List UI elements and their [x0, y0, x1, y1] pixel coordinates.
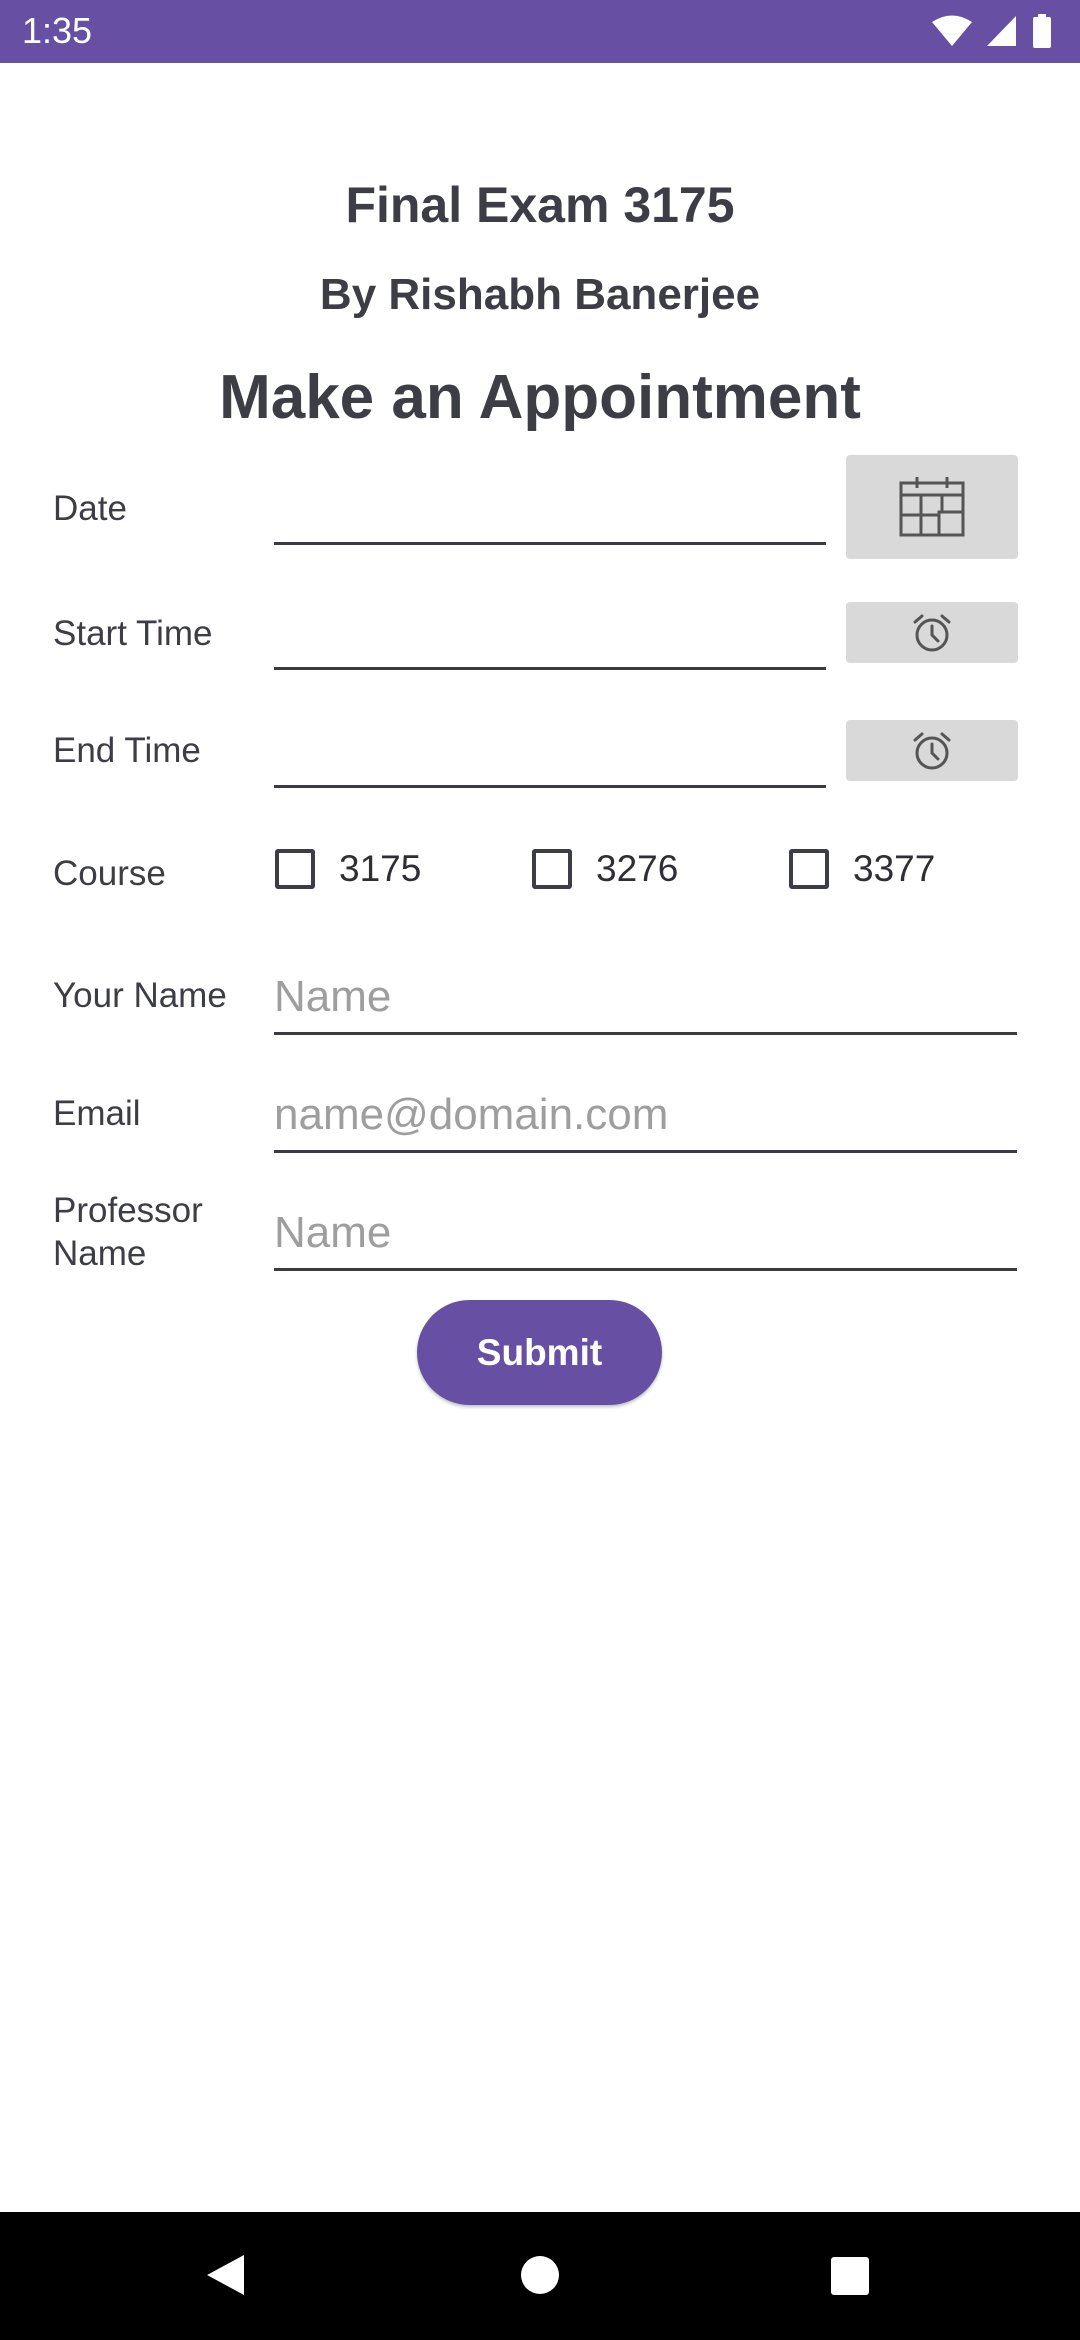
email-input[interactable]: [274, 1080, 1017, 1153]
end-time-field[interactable]: [274, 728, 826, 788]
professor-label-line2: Name: [53, 1234, 147, 1273]
start-time-picker-button[interactable]: [846, 602, 1018, 663]
date-picker-button[interactable]: [846, 455, 1018, 559]
course-3175-checkbox[interactable]: 3175: [275, 848, 421, 890]
date-label: Date: [53, 489, 127, 528]
page-heading: Make an Appointment: [219, 363, 861, 432]
course-option-label: 3276: [596, 848, 679, 889]
professor-name-label: Professor Name: [53, 1189, 203, 1275]
exam-title: Final Exam 3175: [345, 177, 735, 233]
start-time-field[interactable]: [274, 610, 826, 670]
status-bar: 1:35: [0, 0, 1080, 63]
alarm-clock-icon: [913, 732, 951, 769]
course-3377-checkbox[interactable]: 3377: [789, 848, 935, 890]
your-name-label: Your Name: [53, 976, 227, 1015]
cell-signal-icon: [987, 16, 1016, 46]
alarm-clock-icon: [913, 614, 951, 651]
submit-button[interactable]: Submit: [417, 1300, 662, 1405]
date-field[interactable]: [274, 480, 826, 545]
end-time-label: End Time: [53, 731, 201, 770]
author-subtitle: By Rishabh Banerjee: [319, 270, 761, 319]
checkbox-box[interactable]: [275, 849, 315, 889]
course-option-label: 3377: [853, 848, 936, 889]
checkbox-box[interactable]: [532, 849, 572, 889]
course-option-label: 3175: [339, 848, 422, 889]
start-time-label: Start Time: [53, 614, 213, 653]
recents-icon[interactable]: [830, 2256, 870, 2296]
course-label: Course: [53, 854, 166, 893]
battery-icon: [1033, 14, 1051, 48]
checkbox-box[interactable]: [789, 849, 829, 889]
wifi-icon: [932, 15, 972, 46]
email-label: Email: [53, 1094, 141, 1133]
status-icons: [932, 14, 1052, 48]
status-time: 1:35: [22, 10, 93, 51]
end-time-picker-button[interactable]: [846, 720, 1018, 781]
your-name-input[interactable]: [274, 962, 1017, 1035]
course-3276-checkbox[interactable]: 3276: [532, 848, 678, 890]
calendar-icon: [899, 477, 965, 537]
home-icon[interactable]: [520, 2255, 560, 2295]
navigation-bar: [0, 2212, 1080, 2340]
professor-name-input[interactable]: [274, 1198, 1017, 1271]
professor-label-line1: Professor: [53, 1191, 203, 1230]
back-icon[interactable]: [204, 2253, 246, 2297]
